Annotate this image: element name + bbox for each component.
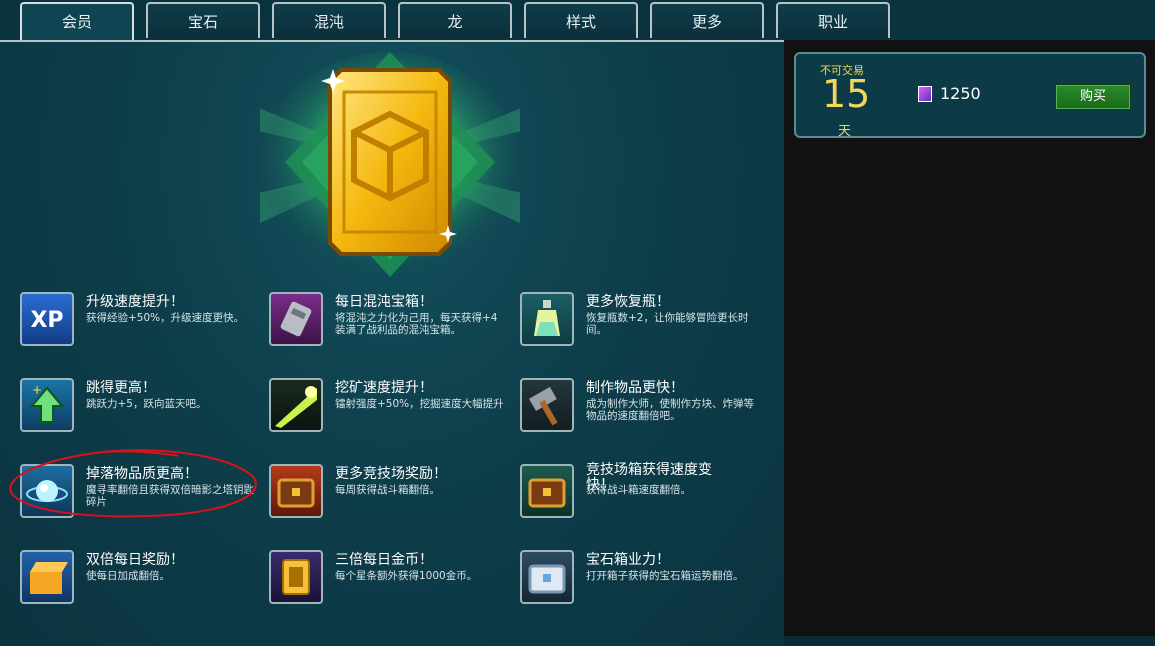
xp-icon: XP — [20, 292, 74, 346]
buy-button[interactable]: 购买 — [1055, 84, 1131, 110]
feature-desc: 将混沌之力化为己用，每天获得+4装满了战利品的混沌宝箱。 — [335, 312, 498, 336]
jump-arrow-icon: + — [20, 378, 74, 432]
gold-coin-icon — [269, 550, 323, 604]
feature-title: 更多竞技场奖励！ — [335, 466, 447, 482]
tab-membership[interactable]: 会员 — [20, 2, 134, 42]
feature-gem-chest: 宝石箱业力！ 打开箱子获得的宝石箱运势翻倍。 — [520, 550, 760, 610]
laser-icon — [269, 378, 323, 432]
feature-desc: 获得战斗箱速度翻倍。 — [586, 484, 691, 496]
battle-chest-icon — [269, 464, 323, 518]
gem-currency-icon — [918, 86, 932, 102]
membership-offer: 不可交易 15 天 1250 购买 — [794, 52, 1146, 139]
tab-more[interactable]: 更多 — [650, 2, 764, 38]
feature-chaos-chest: 每日混沌宝箱！ 将混沌之力化为己用，每天获得+4装满了战利品的混沌宝箱。 — [269, 292, 509, 352]
daily-box-icon — [20, 550, 74, 604]
tab-gems[interactable]: 宝石 — [146, 2, 260, 38]
feature-title: 宝石箱业力！ — [586, 552, 670, 568]
arena-chest-icon — [520, 464, 574, 518]
feature-title: 挖矿速度提升！ — [335, 380, 433, 396]
feature-jump: + 跳得更高！ 跳跃力+5，跃向蓝天吧。 — [20, 378, 260, 438]
feature-arena-chest-speed: 竞技场箱获得速度变快！ 获得战斗箱速度翻倍。 — [520, 463, 760, 524]
chaos-chest-icon — [269, 292, 323, 346]
feature-title: 更多恢复瓶！ — [586, 294, 670, 310]
membership-panel: XP 升级速度提升！ 获得经验+50%，升级速度更快。 每日混沌宝箱！ 将混沌之… — [0, 40, 784, 646]
feature-desc: 每周获得战斗箱翻倍。 — [335, 484, 440, 496]
feature-desc: 每个星条额外获得1000金币。 — [335, 570, 478, 582]
tab-bar: 会员 宝石 混沌 龙 样式 更多 职业 — [0, 0, 1155, 42]
tab-class[interactable]: 职业 — [776, 2, 890, 38]
feature-xp: XP 升级速度提升！ 获得经验+50%，升级速度更快。 — [20, 292, 260, 352]
feature-desc: 获得经验+50%，升级速度更快。 — [86, 312, 245, 324]
feature-title: 每日混沌宝箱！ — [335, 294, 433, 310]
feature-mining: 挖矿速度提升！ 镭射强度+50%，挖掘速度大幅提升 — [269, 378, 509, 438]
tab-chaos[interactable]: 混沌 — [272, 2, 386, 38]
gem-chest-icon — [520, 550, 574, 604]
hammer-icon — [520, 378, 574, 432]
feature-daily-bonus: 双倍每日奖励！ 使每日加成翻倍。 — [20, 550, 260, 610]
svg-text:+: + — [32, 383, 42, 397]
magic-orb-icon — [20, 464, 74, 518]
feature-desc: 恢复瓶数+2，让你能够冒险更长时间。 — [586, 312, 749, 336]
feature-title: 跳得更高！ — [86, 380, 156, 396]
offer-days-unit: 天 — [838, 124, 852, 139]
feature-desc: 使每日加成翻倍。 — [86, 570, 170, 582]
feature-desc: 打开箱子获得的宝石箱运势翻倍。 — [586, 570, 744, 582]
offer-days: 15 — [822, 72, 871, 116]
membership-card-icon — [260, 52, 520, 282]
tab-style[interactable]: 样式 — [524, 2, 638, 38]
feature-title: 双倍每日奖励！ — [86, 552, 184, 568]
offer-panel: 不可交易 15 天 1250 购买 — [784, 40, 1155, 636]
feature-desc: 跳跃力+5，跃向蓝天吧。 — [86, 398, 207, 410]
feature-desc: 镭射强度+50%，挖掘速度大幅提升 — [335, 398, 504, 410]
feature-title: 掉落物品质更高！ — [86, 466, 198, 482]
feature-title: 升级速度提升！ — [86, 294, 184, 310]
feature-arena-rewards: 更多竞技场奖励！ 每周获得战斗箱翻倍。 — [269, 464, 509, 524]
feature-loot-quality: 掉落物品质更高！ 魔寻率翻倍且获得双倍暗影之塔钥匙碎片 — [20, 464, 260, 524]
feature-title: 制作物品更快！ — [586, 380, 684, 396]
tab-dragon[interactable]: 龙 — [398, 2, 512, 38]
feature-desc: 成为制作大师，使制作方块、炸弹等物品的速度翻倍吧。 — [586, 398, 754, 422]
feature-potion: 更多恢复瓶！ 恢复瓶数+2，让你能够冒险更长时间。 — [520, 292, 760, 352]
bottom-strip — [784, 636, 1155, 646]
offer-price: 1250 — [940, 84, 981, 103]
feature-title: 三倍每日金币！ — [335, 552, 433, 568]
feature-crafting: 制作物品更快！ 成为制作大师，使制作方块、炸弹等物品的速度翻倍吧。 — [520, 378, 760, 438]
potion-icon — [520, 292, 574, 346]
feature-daily-gold: 三倍每日金币！ 每个星条额外获得1000金币。 — [269, 550, 509, 610]
feature-desc: 魔寻率翻倍且获得双倍暗影之塔钥匙碎片 — [86, 484, 254, 508]
svg-text:XP: XP — [30, 308, 63, 333]
